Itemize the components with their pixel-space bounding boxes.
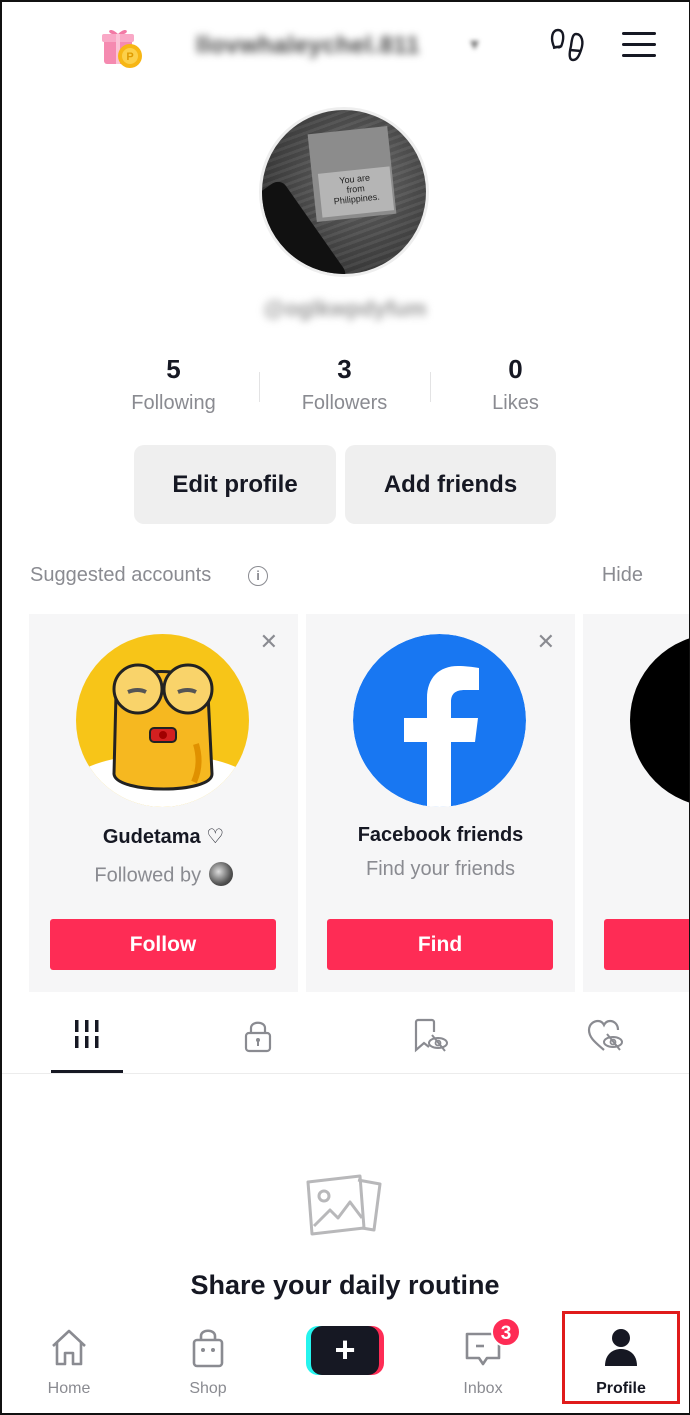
nav-label: Inbox xyxy=(463,1380,503,1397)
nav-label: Shop xyxy=(189,1380,227,1397)
suggested-card-partial: •*Mi Frien F xyxy=(583,614,690,992)
add-friends-button[interactable]: Add friends xyxy=(345,445,556,524)
profile-actions: Edit profile Add friends xyxy=(134,445,556,524)
nav-label: Profile xyxy=(596,1380,646,1397)
stat-followers[interactable]: 3 Followers xyxy=(259,352,430,422)
bookmark-hidden-icon xyxy=(414,1018,448,1053)
avatar-note-text: You are from Philippines. xyxy=(317,166,395,218)
gudetama-avatar[interactable] xyxy=(76,634,249,807)
empty-state-title: Share your daily routine xyxy=(190,1270,500,1300)
suggested-subtitle: Followed by xyxy=(29,862,298,888)
close-icon[interactable]: ✕ xyxy=(537,631,555,653)
shopping-bag-icon xyxy=(192,1329,224,1368)
active-tab-indicator xyxy=(51,1070,123,1073)
stat-label: Followers xyxy=(301,392,388,414)
tab-videos[interactable] xyxy=(51,1018,123,1068)
info-icon[interactable]: i xyxy=(248,566,268,586)
stat-divider xyxy=(430,372,431,402)
suggested-card-gudetama: ✕ Gudetama ♡ Followed by Follow xyxy=(29,614,298,992)
nav-profile[interactable]: Profile xyxy=(576,1322,666,1402)
tab-private[interactable] xyxy=(222,1018,294,1068)
profile-content-tabs xyxy=(0,1006,690,1074)
stat-divider xyxy=(259,372,260,402)
suggested-subtitle: Frien xyxy=(583,864,690,887)
stat-likes[interactable]: 0 Likes xyxy=(430,352,601,422)
svg-text:P: P xyxy=(126,51,133,63)
find-button[interactable]: Find xyxy=(327,919,553,970)
chevron-down-icon[interactable]: ▾ xyxy=(470,34,479,55)
bottom-navigation: Home Shop + Inbox Profile xyxy=(0,1312,690,1415)
top-bar: P llovwhaleychel.811 ▾ xyxy=(0,18,690,74)
suggested-avatar[interactable] xyxy=(630,634,690,807)
follow-button[interactable]: Follow xyxy=(50,919,276,970)
mutual-follower-avatar xyxy=(208,862,233,886)
stat-label: Following xyxy=(131,392,216,414)
suggested-card-facebook: ✕ Facebook friends Find your friends Fin… xyxy=(306,614,575,992)
suggested-accounts-title: Suggested accounts xyxy=(30,564,212,586)
profile-person-icon xyxy=(605,1329,637,1366)
profile-stats: 5 Following 3 Followers 0 Likes xyxy=(88,352,603,422)
photos-icon xyxy=(306,1174,382,1236)
create-button[interactable]: + xyxy=(306,1326,384,1375)
close-icon[interactable]: ✕ xyxy=(260,631,278,653)
suggested-name[interactable]: Gudetama ♡ xyxy=(29,824,298,849)
tab-favorites[interactable] xyxy=(396,1018,468,1068)
profile-handle: @oglkwpdyfum xyxy=(263,296,427,321)
heart-hidden-icon xyxy=(587,1019,623,1051)
suggested-accounts-carousel[interactable]: ✕ Gudetama ♡ Followed by Follow ✕ Facebo… xyxy=(29,614,690,992)
plus-icon: + xyxy=(311,1326,379,1375)
hamburger-menu-icon[interactable] xyxy=(620,30,658,60)
facebook-logo-icon[interactable] xyxy=(353,634,526,807)
account-username[interactable]: llovwhaleychel.811 xyxy=(196,32,420,60)
follow-button[interactable]: F xyxy=(604,919,690,970)
footprints-icon[interactable] xyxy=(548,26,588,66)
suggested-subtitle: Find your friends xyxy=(366,858,515,880)
stat-label: Likes xyxy=(492,392,539,414)
stat-value: 3 xyxy=(337,354,352,384)
home-icon xyxy=(52,1329,86,1366)
gift-coin-icon[interactable]: P xyxy=(100,24,146,70)
tab-liked[interactable] xyxy=(570,1018,642,1068)
hide-suggestions-button[interactable]: Hide xyxy=(602,564,643,587)
nav-label: Home xyxy=(47,1380,91,1397)
stat-value: 0 xyxy=(508,354,523,384)
suggested-name[interactable]: Facebook friends xyxy=(306,824,575,847)
inbox-badge: 3 xyxy=(491,1317,521,1347)
profile-avatar[interactable]: You are from Philippines. xyxy=(259,107,429,277)
suggested-name[interactable]: •*Mi xyxy=(583,824,690,847)
stat-value: 5 xyxy=(166,354,181,384)
grid-icon xyxy=(75,1020,99,1048)
lock-icon xyxy=(244,1021,272,1053)
nav-home[interactable]: Home xyxy=(24,1322,114,1402)
nav-shop[interactable]: Shop xyxy=(163,1322,253,1402)
suggested-accounts-header: Suggested accounts i Hide xyxy=(30,564,650,590)
edit-profile-button[interactable]: Edit profile xyxy=(134,445,336,524)
stat-following[interactable]: 5 Following xyxy=(88,352,259,422)
